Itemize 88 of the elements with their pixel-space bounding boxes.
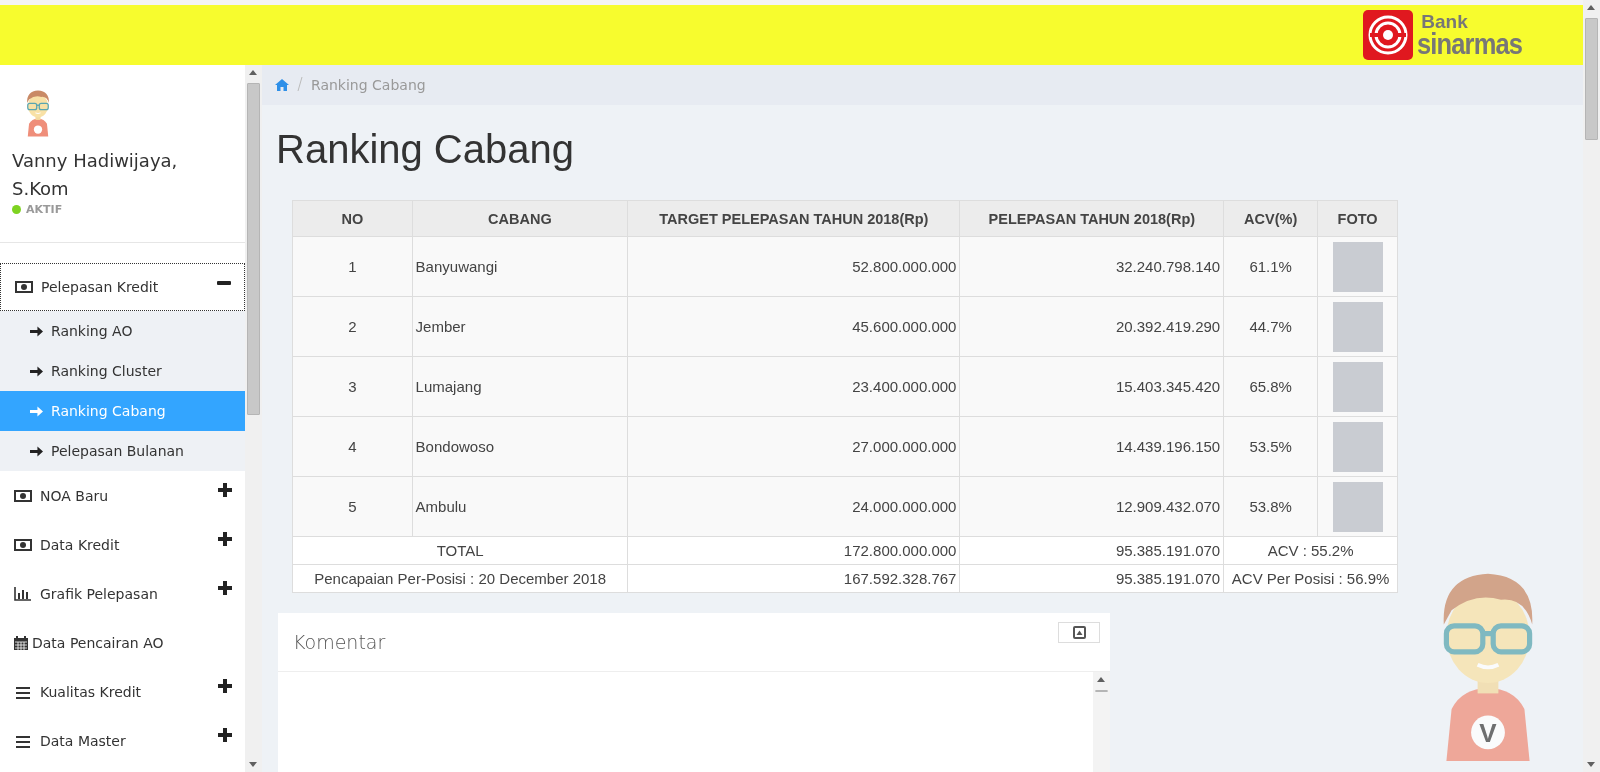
arrow-right-icon bbox=[30, 324, 43, 338]
scroll-up-arrow-icon[interactable] bbox=[1097, 677, 1105, 682]
expand-icon bbox=[218, 728, 232, 742]
table-cell: Banyuwangi bbox=[412, 236, 628, 297]
table-cell: Bondowoso bbox=[412, 416, 628, 477]
scrollbar-thumb[interactable] bbox=[1585, 18, 1598, 140]
bar-chart-icon bbox=[14, 585, 32, 602]
bank-logo-icon bbox=[1363, 10, 1414, 60]
table-cell: 2 bbox=[292, 296, 413, 357]
scroll-down-arrow-icon[interactable] bbox=[1587, 762, 1595, 767]
table-cell: 95.385.191.070 bbox=[959, 536, 1224, 565]
caret-up-icon bbox=[1072, 625, 1086, 639]
column-header: PELEPASAN TAHUN 2018(Rp) bbox=[959, 200, 1224, 237]
table-cell: 20.392.419.290 bbox=[959, 296, 1224, 357]
table-cell: 45.600.000.000 bbox=[627, 296, 960, 357]
table-cell: 65.8% bbox=[1223, 356, 1318, 417]
money-icon bbox=[14, 487, 32, 504]
menu-item[interactable]: Kualitas Kredit bbox=[0, 667, 245, 716]
table-cell: ACV Per Posisi : 56.9% bbox=[1223, 564, 1398, 593]
arrow-right-icon bbox=[30, 404, 43, 418]
page-title: Ranking Cabang bbox=[276, 127, 575, 172]
table-cell: 14.439.196.150 bbox=[959, 416, 1224, 477]
scroll-up-arrow-icon[interactable] bbox=[1587, 5, 1595, 10]
column-header: CABANG bbox=[412, 200, 628, 237]
table-cell: Ambulu bbox=[412, 476, 628, 537]
scroll-down-arrow-icon[interactable] bbox=[249, 762, 257, 767]
expand-icon bbox=[218, 483, 232, 497]
arrow-right-icon bbox=[30, 364, 43, 378]
table-cell: 32.240.798.140 bbox=[959, 236, 1224, 297]
scrollbar-thumb[interactable] bbox=[247, 83, 260, 415]
table-cell: 5 bbox=[292, 476, 413, 537]
table-cell: 27.000.000.000 bbox=[627, 416, 960, 477]
submenu-item[interactable]: Ranking Cluster bbox=[0, 351, 245, 391]
table-cell: 53.8% bbox=[1223, 476, 1318, 537]
breadcrumb-item: Ranking Cabang bbox=[311, 77, 426, 93]
arrow-right-icon bbox=[30, 444, 43, 458]
photo-placeholder bbox=[1332, 361, 1383, 412]
money-icon bbox=[15, 279, 33, 295]
photo-placeholder bbox=[1332, 481, 1383, 532]
table-cell: 4 bbox=[292, 416, 413, 477]
submenu-item[interactable]: Pelepasan Bulanan bbox=[0, 431, 245, 471]
table-cell: 44.7% bbox=[1223, 296, 1318, 357]
table-cell: 53.5% bbox=[1223, 416, 1318, 477]
table-cell: 23.400.000.000 bbox=[627, 356, 960, 417]
table-cell: ACV : 55.2% bbox=[1223, 536, 1398, 565]
table-cell: 172.800.000.000 bbox=[627, 536, 960, 565]
bank-logo-wordmark: Bank sinarmas bbox=[1417, 12, 1524, 58]
home-link[interactable] bbox=[275, 79, 289, 91]
photo-placeholder bbox=[1332, 421, 1383, 472]
money-icon bbox=[14, 536, 32, 553]
menu-item[interactable]: Grafik Pelepasan bbox=[0, 569, 245, 618]
user-name: Vanny Hadiwijaya, S.Kom bbox=[12, 149, 179, 201]
mascot-drawing: V bbox=[1423, 553, 1553, 761]
table-cell: Pencapaian Per-Posisi : 20 December 2018 bbox=[292, 564, 628, 593]
table-cell: Lumajang bbox=[412, 356, 628, 417]
expand-icon bbox=[218, 532, 232, 546]
expand-icon bbox=[218, 581, 232, 595]
menu-item[interactable]: NOA Baru bbox=[0, 471, 245, 520]
table-cell: 52.800.000.000 bbox=[627, 236, 960, 297]
separator-icon bbox=[297, 76, 303, 91]
table-cell: 3 bbox=[292, 356, 413, 417]
table-cell: 95.385.191.070 bbox=[959, 564, 1224, 593]
table-cell: 15.403.345.420 bbox=[959, 356, 1224, 417]
column-header: FOTO bbox=[1317, 200, 1398, 237]
collapse-button[interactable] bbox=[1058, 621, 1100, 643]
table-cell: 12.909.432.070 bbox=[959, 476, 1224, 537]
status-label: AKTIF bbox=[26, 203, 63, 216]
column-header: TARGET PELEPASAN TAHUN 2018(Rp) bbox=[627, 200, 960, 237]
home-icon bbox=[275, 79, 289, 91]
scroll-up-arrow-icon[interactable] bbox=[249, 70, 257, 75]
column-header: NO bbox=[292, 200, 413, 237]
calendar-icon bbox=[12, 634, 30, 651]
table-cell: Jember bbox=[412, 296, 628, 357]
table-cell: TOTAL bbox=[292, 536, 628, 565]
menu-item[interactable]: Data Master bbox=[0, 716, 245, 765]
menu-item[interactable]: Data Pencairan AO bbox=[0, 618, 245, 667]
table-cell: 24.000.000.000 bbox=[627, 476, 960, 537]
panel-title: Komentar bbox=[293, 631, 386, 653]
menu-item[interactable]: Data Kredit bbox=[0, 520, 245, 569]
table-cell: 61.1% bbox=[1223, 236, 1318, 297]
submenu-item[interactable]: Ranking AO bbox=[0, 311, 245, 351]
table-cell: 167.592.328.767 bbox=[627, 564, 960, 593]
scrollbar-thumb[interactable] bbox=[1095, 690, 1108, 692]
column-header: ACV(%) bbox=[1223, 200, 1318, 237]
photo-placeholder bbox=[1332, 301, 1383, 352]
expand-icon bbox=[218, 679, 232, 693]
photo-placeholder bbox=[1332, 241, 1383, 292]
table-cell: 1 bbox=[292, 236, 413, 297]
